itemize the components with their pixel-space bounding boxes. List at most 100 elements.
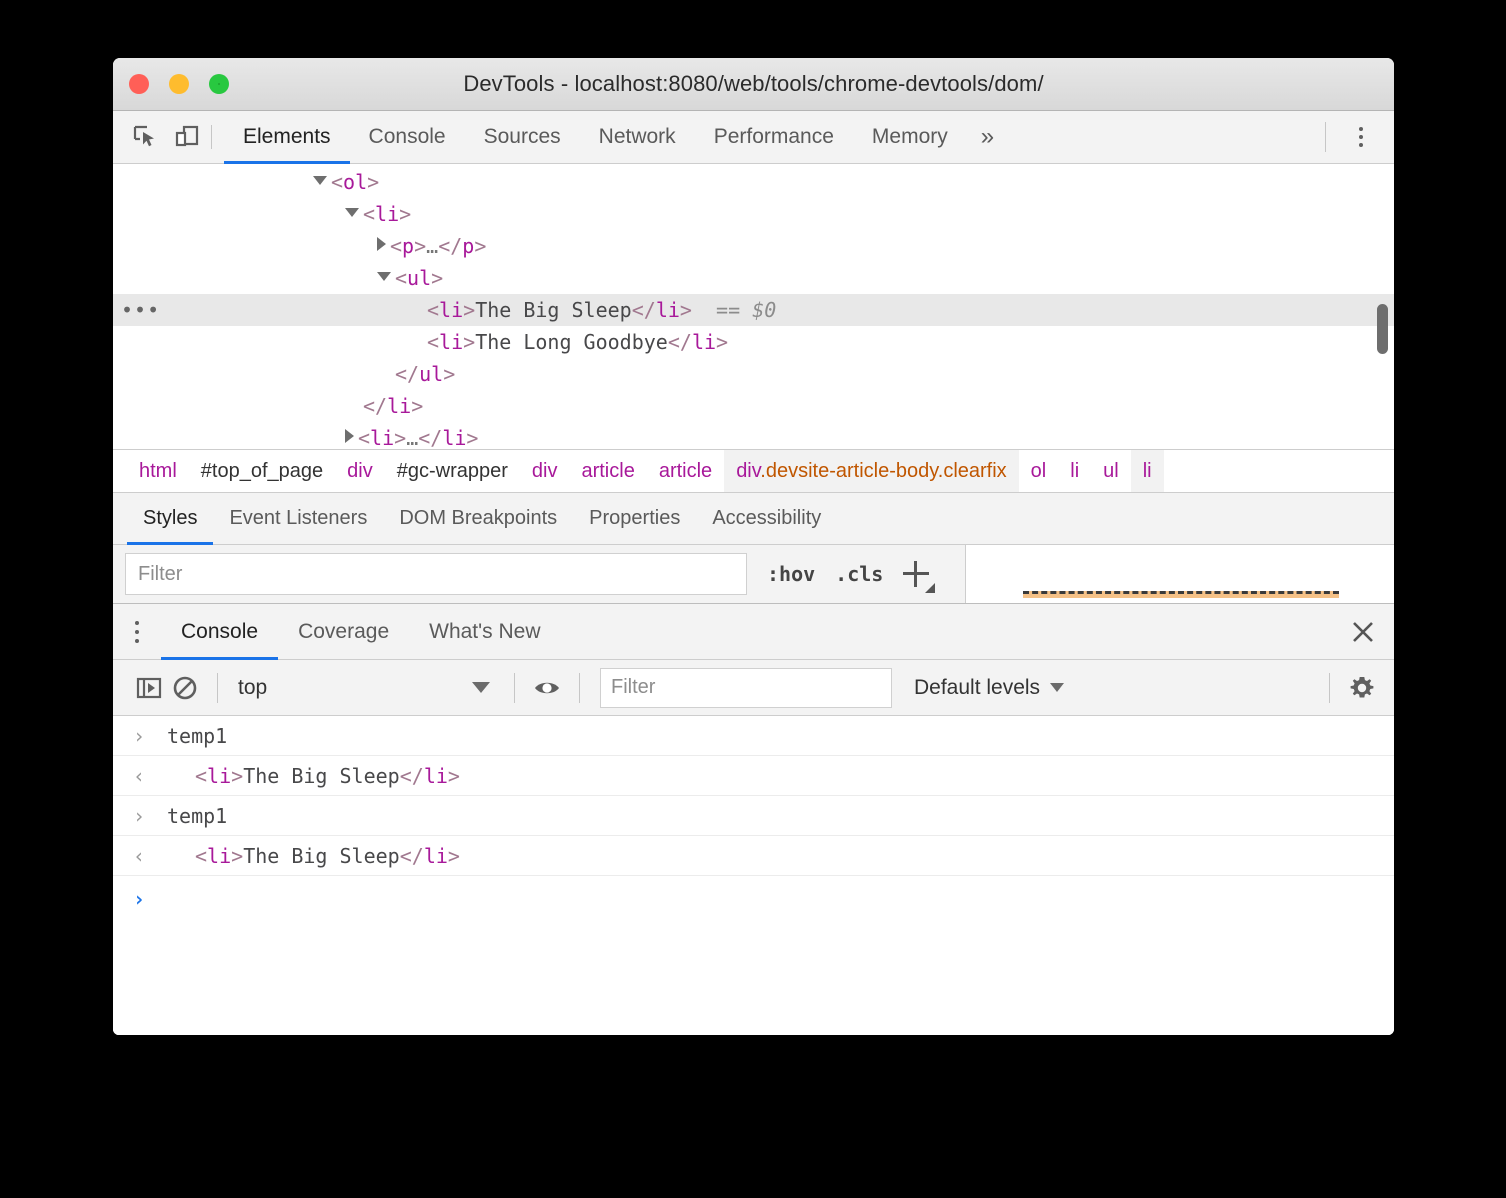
dom-token-br: >: [463, 298, 476, 322]
console-output-row: ‹ <li>The Big Sleep</li>: [113, 836, 1394, 876]
element-classes-button[interactable]: .cls: [835, 562, 883, 586]
console-sidebar-icon[interactable]: [131, 670, 167, 706]
dom-tree-row[interactable]: <li>The Long Goodbye</li>: [113, 326, 1394, 358]
dom-token-tag: li: [375, 202, 400, 226]
styles-filter-input[interactable]: Filter: [125, 553, 747, 595]
more-panels-icon[interactable]: »: [967, 111, 1008, 163]
breadcrumb-item-classes: .devsite-article-body.clearfix: [760, 460, 1007, 482]
breadcrumb-item[interactable]: div: [520, 450, 570, 492]
tab-properties[interactable]: Properties: [573, 493, 696, 544]
breadcrumb-item[interactable]: #gc-wrapper: [385, 450, 520, 492]
console-line-content: temp1: [167, 724, 227, 748]
tab-event-listeners[interactable]: Event Listeners: [213, 493, 383, 544]
live-expression-eye-icon[interactable]: [529, 670, 565, 706]
tab-network[interactable]: Network: [580, 111, 695, 163]
console-token-br: >: [231, 763, 244, 788]
breadcrumb-item[interactable]: article: [647, 450, 724, 492]
dom-token-tag: li: [370, 426, 395, 449]
console-token-tag: li: [423, 763, 448, 788]
console-filter-input[interactable]: Filter: [600, 667, 892, 708]
breadcrumb-item[interactable]: ol: [1019, 450, 1059, 492]
close-window-button[interactable]: [129, 74, 149, 94]
console-toolbar-divider-4: [1329, 672, 1330, 703]
tab-styles[interactable]: Styles: [127, 493, 214, 545]
tab-elements-label: Elements: [243, 125, 331, 148]
dom-tree-row[interactable]: <ul>: [113, 262, 1394, 294]
tab-console[interactable]: Console: [350, 111, 465, 163]
breadcrumb-item[interactable]: article: [569, 450, 646, 492]
disclosure-triangle-icon[interactable]: [313, 175, 327, 185]
breadcrumb-item[interactable]: li: [1130, 450, 1164, 492]
console-token-br: </: [399, 763, 424, 788]
dom-tree-row[interactable]: <li>…</li>: [113, 422, 1394, 449]
console-log-levels-label: Default levels: [914, 675, 1041, 699]
drawer-tab-console[interactable]: Console: [161, 604, 279, 660]
drawer-tab-console-label: Console: [181, 619, 259, 643]
breadcrumb-item[interactable]: ul: [1091, 450, 1131, 492]
dom-row-ellipsis-marker[interactable]: •••: [113, 294, 159, 326]
dom-tree-scrollbar[interactable]: [1377, 304, 1388, 354]
minimize-window-button[interactable]: [169, 74, 189, 94]
tab-accessibility[interactable]: Accessibility: [696, 493, 837, 544]
disclosure-triangle-icon[interactable]: [345, 207, 359, 217]
tab-performance[interactable]: Performance: [695, 111, 853, 163]
console-result-arrow-icon: ‹: [133, 763, 146, 788]
disclosure-triangle-icon[interactable]: [377, 271, 391, 281]
dom-tree-row[interactable]: </ul>: [113, 358, 1394, 390]
breadcrumb-item[interactable]: html: [127, 450, 189, 492]
breadcrumb-item[interactable]: div: [335, 450, 385, 492]
console-toolbar-right: [1315, 670, 1380, 706]
dom-token-br: >: [716, 330, 729, 354]
dom-token-dollar: $0: [752, 298, 777, 322]
console-context-selector[interactable]: top: [232, 676, 500, 700]
console-output[interactable]: › temp1 ‹ <li>The Big Sleep</li> › temp1 ‹ <li>…: [113, 716, 1394, 1035]
main-menu-kebab-icon[interactable]: [1344, 120, 1378, 154]
tab-properties-label: Properties: [589, 507, 681, 529]
tab-dom-breakpoints[interactable]: DOM Breakpoints: [383, 493, 573, 544]
dom-tree-row[interactable]: <ol>: [113, 166, 1394, 198]
dom-tree-row[interactable]: ••• <li>The Big Sleep</li> == $0: [113, 294, 1394, 326]
console-line-content: <li>The Big Sleep</li>: [167, 844, 460, 868]
dom-token-br: <: [395, 266, 408, 290]
inspect-element-icon[interactable]: [131, 123, 159, 151]
new-style-rule-button[interactable]: [903, 559, 936, 593]
console-token-br: >: [231, 843, 244, 868]
dom-token-tag: ul: [419, 362, 444, 386]
clear-console-icon[interactable]: [167, 670, 203, 706]
tab-elements[interactable]: Elements: [224, 111, 350, 164]
breadcrumb-item-tag: div: [736, 460, 761, 482]
drawer-tab-whats-new[interactable]: What's New: [409, 604, 560, 659]
styles-toggle-group: :hov .cls: [747, 559, 936, 593]
dom-tree-rows: <ol> <li> <p>…</p> <ul> ••• <li>The Big Sleep…: [113, 166, 1394, 449]
device-toolbar-icon[interactable]: [173, 123, 201, 151]
dom-tree-row[interactable]: <p>…</p>: [113, 230, 1394, 262]
console-toolbar: top Filter Default levels: [113, 660, 1394, 716]
console-prompt-arrow-icon: ›: [133, 803, 146, 828]
console-toolbar-divider-3: [579, 672, 580, 703]
tab-memory[interactable]: Memory: [853, 111, 967, 163]
close-drawer-icon[interactable]: [1332, 604, 1394, 659]
window-title: DevTools - localhost:8080/web/tools/chro…: [463, 71, 1044, 96]
disclosure-triangle-icon[interactable]: [345, 429, 354, 443]
breadcrumb-item[interactable]: div.devsite-article-body.clearfix: [724, 450, 1019, 492]
drawer-menu-kebab-icon[interactable]: [113, 604, 161, 659]
disclosure-triangle-icon[interactable]: [377, 237, 386, 251]
chevron-down-icon: [472, 682, 490, 693]
console-prompt-row[interactable]: ›: [113, 876, 1394, 922]
dom-tree-row[interactable]: </li>: [113, 390, 1394, 422]
console-prompt-arrow-icon: ›: [133, 723, 146, 748]
zoom-window-button[interactable]: [209, 74, 229, 94]
dom-token-br: >: [474, 234, 487, 258]
tab-sources[interactable]: Sources: [465, 111, 580, 163]
dom-tree-row[interactable]: <li>: [113, 198, 1394, 230]
console-token-br: <: [195, 843, 208, 868]
settings-gear-icon[interactable]: [1344, 670, 1380, 706]
force-state-button[interactable]: :hov: [767, 562, 815, 586]
drawer-tab-coverage[interactable]: Coverage: [278, 604, 409, 659]
console-log-levels-selector[interactable]: Default levels: [914, 675, 1065, 700]
breadcrumb-item[interactable]: #top_of_page: [189, 450, 335, 492]
dom-tree[interactable]: <ol> <li> <p>…</p> <ul> ••• <li>The Big Sleep…: [113, 164, 1394, 449]
breadcrumb-item[interactable]: li: [1058, 450, 1091, 492]
tab-console-label: Console: [368, 125, 446, 148]
drawer-tab-whats-new-label: What's New: [429, 619, 541, 643]
